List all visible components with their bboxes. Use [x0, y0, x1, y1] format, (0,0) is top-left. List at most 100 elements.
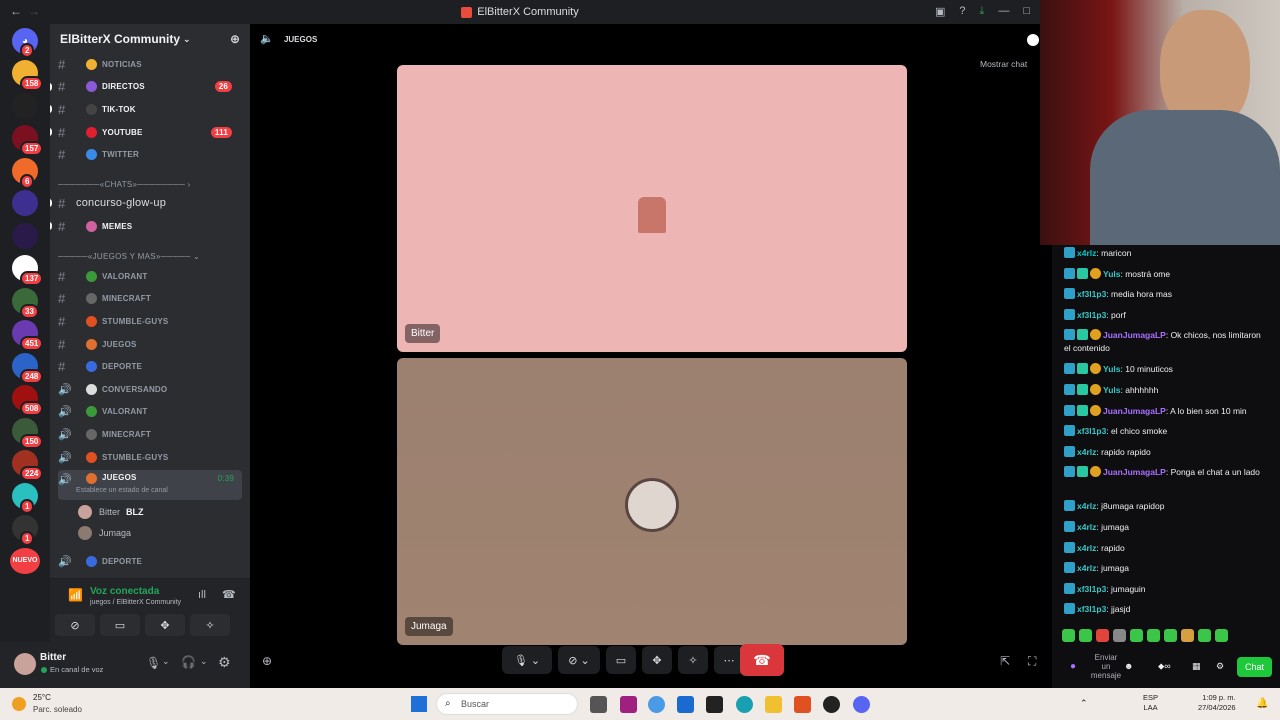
channel-juegos[interactable]: # JUEGOS — [58, 334, 242, 354]
screen-share-button[interactable]: ▭ — [100, 614, 140, 636]
screen-share-button[interactable]: ▭ — [606, 646, 636, 674]
channel-valorant[interactable]: # VALORANT — [58, 266, 242, 286]
noise-suppression-icon[interactable]: ıll — [198, 589, 206, 601]
notification-icon[interactable]: 🔔 — [1256, 698, 1268, 709]
server-icon[interactable] — [12, 222, 38, 249]
mute-button[interactable]: 🎙 ⌄ — [502, 646, 552, 674]
channel-youtube[interactable]: # YOUTUBE 111 — [50, 122, 242, 142]
popout-icon[interactable]: ⇱ — [1000, 654, 1010, 668]
bits-icon[interactable]: ⬥∞ — [1158, 661, 1171, 672]
obs-icon[interactable] — [823, 696, 840, 713]
channel-twitter[interactable]: # TWITTER — [58, 145, 242, 165]
add-person-icon[interactable]: ⊕ — [262, 654, 272, 668]
chat-username[interactable]: xf3l1p3 — [1077, 426, 1106, 436]
category-chats[interactable]: ───────«CHATS»──────── › — [58, 180, 191, 189]
emote-icon[interactable] — [1164, 629, 1177, 642]
chat-username[interactable]: JuanJumagaLP — [1103, 330, 1166, 340]
channel-minecraft[interactable]: # MINECRAFT — [58, 289, 242, 309]
emote-icon[interactable] — [1113, 629, 1126, 642]
channel-directos[interactable]: # DIRECTOS 26 — [50, 77, 242, 97]
camera-button[interactable]: ⊘ ⌄ — [558, 646, 600, 674]
minimize-icon[interactable]: — — [998, 5, 1009, 18]
chat-username[interactable]: xf3l1p3 — [1077, 289, 1106, 299]
fullscreen-icon[interactable]: ⛶ — [1028, 654, 1036, 669]
chat-bubble-icon[interactable] — [1027, 34, 1039, 46]
help-icon[interactable]: ? — [959, 5, 965, 18]
discord-icon[interactable] — [853, 696, 870, 713]
voice-channel-minecraft[interactable]: 🔊 MINECRAFT — [58, 424, 242, 444]
terminal-icon[interactable] — [706, 696, 723, 713]
emote-icon[interactable] — [1198, 629, 1211, 642]
voice-channel-stumble-guys[interactable]: 🔊 STUMBLE-GUYS — [58, 447, 242, 467]
download-icon[interactable]: ⤓ — [979, 5, 984, 18]
end-call-button[interactable]: ☎ — [740, 644, 784, 676]
chat-username[interactable]: JuanJumagaLP — [1103, 406, 1166, 416]
chat-username[interactable]: Yuls — [1103, 269, 1120, 279]
emote-icon[interactable] — [1079, 629, 1092, 642]
category-juegos[interactable]: ─────«JUEGOS Y MAS»───── ⌄ — [58, 252, 200, 261]
emote-icon[interactable] — [1062, 629, 1075, 642]
disconnect-icon[interactable]: ☎ — [222, 588, 236, 601]
chat-username[interactable]: x4rlz — [1077, 522, 1096, 532]
chat-username[interactable]: x4rlz — [1077, 447, 1096, 457]
emote-icon[interactable] — [1147, 629, 1160, 642]
voice-connected-sub[interactable]: juegos / ElBitterX Community — [90, 599, 181, 606]
soundboard-button[interactable]: ✧ — [678, 646, 708, 674]
headphones-icon[interactable]: 🎧 — [181, 655, 196, 669]
guild-header[interactable]: ElBitterX Community ⌄ ⊕ — [50, 24, 250, 54]
activities-button[interactable]: ✥ — [642, 646, 672, 674]
camera-toggle-button[interactable]: ⊘ — [55, 614, 95, 636]
settings-gear-icon[interactable]: ⚙ — [1216, 661, 1224, 672]
emote-icon[interactable] — [1096, 629, 1109, 642]
server-icon[interactable]: NUEVO — [10, 547, 40, 574]
tray-chevron-icon[interactable]: ⌃ — [1080, 698, 1088, 709]
channel-status-hint[interactable]: Establece un estado de canal — [76, 487, 168, 494]
keyboard-language[interactable]: ESP LAA — [1143, 693, 1158, 713]
server-icon[interactable] — [12, 190, 38, 216]
maximize-icon[interactable]: □ — [1023, 5, 1030, 18]
video-tile-jumaga[interactable]: Jumaga — [397, 358, 907, 645]
emote-icon[interactable] — [1181, 629, 1194, 642]
invite-icon[interactable]: ⊕ — [230, 32, 240, 46]
weather-desc[interactable]: Parc. soleado — [33, 705, 82, 714]
voice-channel-deporte[interactable]: 🔊 DEPORTE — [58, 551, 242, 571]
mic-icon[interactable]: ● — [1070, 661, 1076, 672]
emote-icon[interactable] — [1130, 629, 1143, 642]
windows-start-icon[interactable] — [411, 696, 427, 712]
emoji-icon[interactable]: ☻ — [1124, 661, 1133, 671]
store-icon[interactable]: ▦ — [1192, 661, 1201, 672]
taskbar-search[interactable]: ⌕ Buscar — [436, 693, 578, 715]
chat-username[interactable]: Yuls — [1103, 385, 1120, 395]
video-tile-bitter[interactable]: Bitter — [397, 65, 907, 352]
voice-channel-valorant[interactable]: 🔊 VALORANT — [58, 402, 242, 422]
forward-arrow-icon[interactable]: → — [28, 4, 40, 18]
chat-username[interactable]: xf3l1p3 — [1077, 584, 1106, 594]
settings-gear-icon[interactable]: ⚙ — [218, 654, 231, 671]
chat-username[interactable]: x4rlz — [1077, 543, 1096, 553]
file-explorer-icon[interactable] — [765, 696, 782, 713]
voice-channel-juegos-active[interactable]: 🔊 JUEGOS 0:39 Establece un estado de canal — [58, 470, 242, 500]
voice-user[interactable]: Bitter BLZ — [78, 505, 144, 519]
voice-channel-conversando[interactable]: 🔊 CONVERSANDO — [58, 379, 242, 399]
back-arrow-icon[interactable]: ← — [10, 4, 22, 18]
screen-icon[interactable]: ▣ — [935, 5, 945, 18]
avatar[interactable] — [14, 653, 36, 675]
chat-username[interactable]: Yuls — [1103, 364, 1120, 374]
server-icon[interactable] — [12, 92, 38, 119]
channel-stumble-guys[interactable]: # STUMBLE-GUYS — [58, 311, 242, 331]
channel-noticias[interactable]: # NOTICIAS — [58, 54, 242, 74]
chat-username[interactable]: x4rlz — [1077, 563, 1096, 573]
microphone-icon[interactable]: 🎙 — [146, 656, 161, 670]
channel-tik-tok[interactable]: # TIK-TOK — [50, 99, 242, 119]
weather-temp[interactable]: 25°C — [33, 693, 51, 702]
snipping-tool-icon[interactable] — [620, 696, 637, 713]
chat-username[interactable]: xf3l1p3 — [1077, 310, 1106, 320]
brave-icon[interactable] — [794, 696, 811, 713]
edge-icon[interactable] — [736, 696, 753, 713]
store-icon[interactable] — [677, 696, 694, 713]
channel-memes[interactable]: # MEMES — [50, 216, 242, 236]
channel-concurso[interactable]: # concurso-glow-up — [50, 193, 242, 213]
channel-deporte[interactable]: # DEPORTE — [58, 357, 242, 377]
task-view-icon[interactable] — [590, 696, 607, 713]
chat-username[interactable]: JuanJumagaLP — [1103, 467, 1166, 477]
